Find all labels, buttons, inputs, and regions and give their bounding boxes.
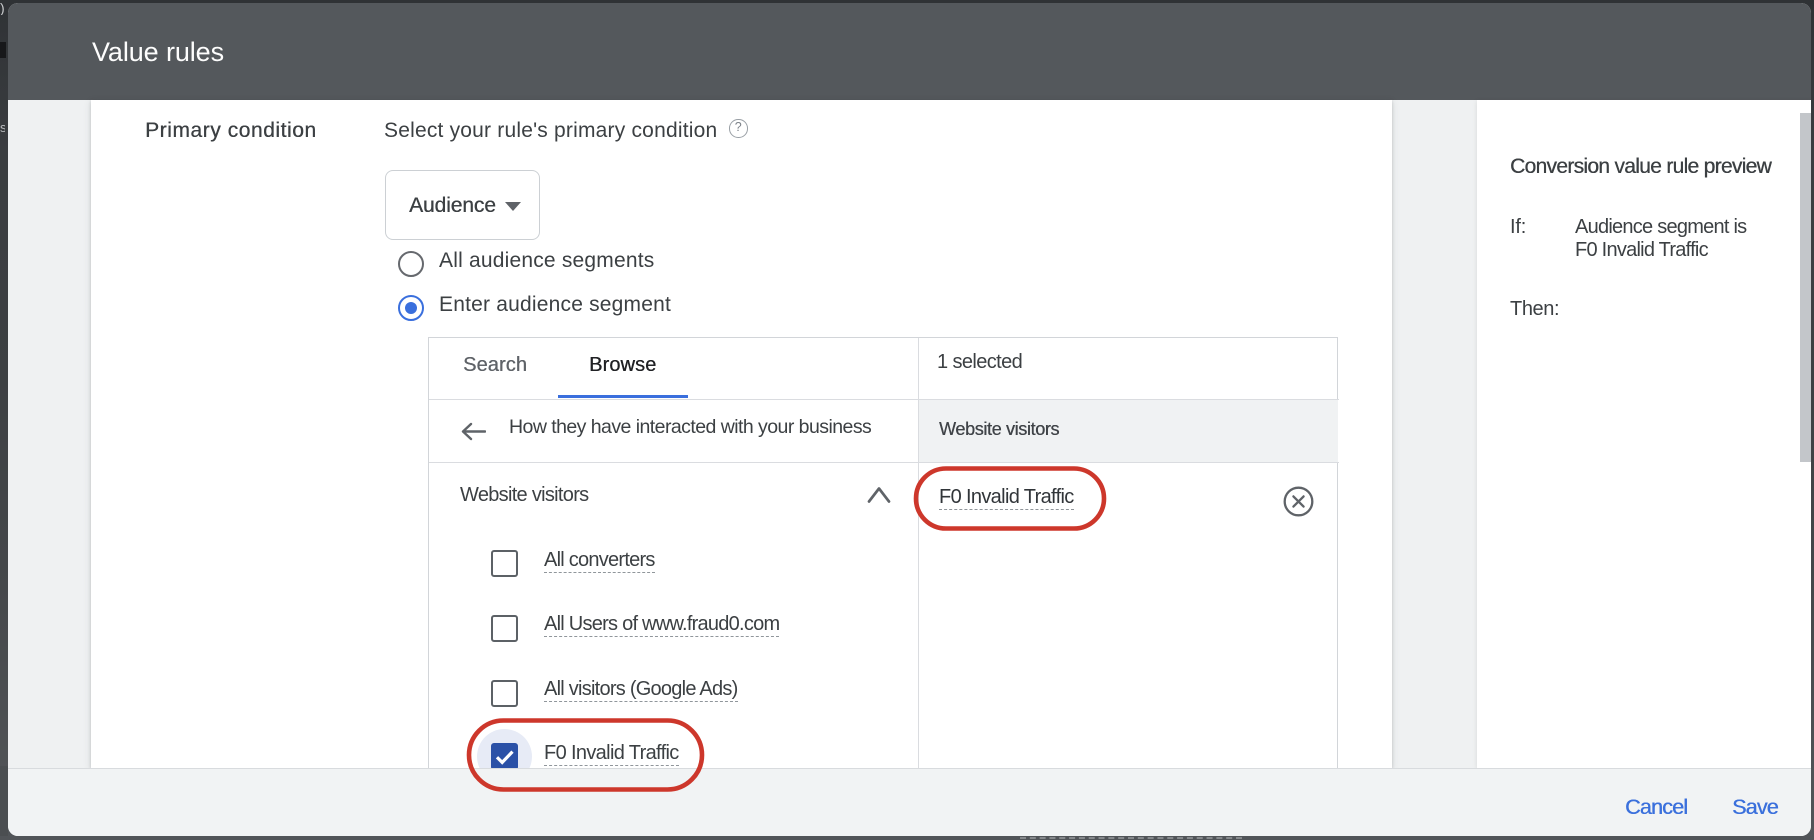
group-header-label[interactable]: Website visitors xyxy=(460,482,588,508)
preview-title: Conversion value rule preview xyxy=(1510,155,1771,179)
preview-then-label: Then: xyxy=(1510,298,1559,321)
backdrop-light-patch xyxy=(0,766,8,836)
condition-dropdown-value: Audience xyxy=(409,171,496,239)
dropdown-caret-icon xyxy=(505,202,521,211)
checkbox-unchecked-icon[interactable] xyxy=(491,615,518,642)
dialog-body: Primary condition Select your rule's pri… xyxy=(8,100,1811,768)
selection-group-band: Website visitors xyxy=(919,400,1338,463)
preview-if-label: If: xyxy=(1510,216,1526,239)
audience-option-label[interactable]: All converters xyxy=(544,547,655,573)
radio-all-audience-segments[interactable]: All audience segments xyxy=(398,251,698,277)
cancel-button[interactable]: Cancel xyxy=(1625,793,1687,821)
selected-count-label: 1 selected xyxy=(937,349,1022,375)
tab-search[interactable]: Search xyxy=(463,352,527,378)
tab-browse[interactable]: Browse xyxy=(589,352,656,378)
radio-enter-audience-segment[interactable]: Enter audience segment xyxy=(398,295,698,321)
dialog-footer: Cancel Save xyxy=(8,768,1811,836)
preview-if-value-line1: Audience segment is xyxy=(1575,216,1746,239)
breadcrumb[interactable]: How they have interacted with your busin… xyxy=(509,414,871,440)
divider-vertical xyxy=(918,338,919,769)
preview-if-value: Audience segment is F0 Invalid Traffic xyxy=(1575,216,1746,262)
audience-picker-panel: Search Browse How they have interacted w… xyxy=(428,337,1338,768)
backdrop-dashed-fragment xyxy=(1020,837,1242,839)
radio-icon[interactable] xyxy=(398,251,424,277)
help-icon[interactable]: ? xyxy=(729,119,748,138)
dialog-title: Value rules xyxy=(92,3,224,100)
audience-option-row[interactable]: All visitors (Google Ads) xyxy=(429,674,916,712)
divider xyxy=(429,462,1339,463)
audience-option-row[interactable]: All converters xyxy=(429,545,916,583)
selected-item-label[interactable]: F0 Invalid Traffic xyxy=(939,484,1074,510)
primary-condition-label: Primary condition xyxy=(145,119,317,143)
radio-label: All audience segments xyxy=(439,249,655,273)
checkbox-checked-icon[interactable] xyxy=(491,743,518,770)
audience-option-label[interactable]: All visitors (Google Ads) xyxy=(544,676,738,702)
checkbox-unchecked-icon[interactable] xyxy=(491,550,518,577)
condition-dropdown[interactable]: Audience xyxy=(385,170,540,240)
chevron-up-icon[interactable] xyxy=(867,486,891,504)
preview-if-value-line2: F0 Invalid Traffic xyxy=(1575,239,1746,262)
back-arrow-icon[interactable] xyxy=(461,422,486,441)
backdrop-text-fragment: s xyxy=(0,120,5,135)
selection-group-label: Website visitors xyxy=(939,416,1059,442)
checkbox-unchecked-icon[interactable] xyxy=(491,680,518,707)
dialog-header: Value rules xyxy=(8,3,1811,100)
scrollbar-thumb[interactable] xyxy=(1800,113,1811,462)
screenshot-root: ) s Value rules Primary condition Select… xyxy=(0,0,1814,840)
audience-option-row[interactable]: All Users of www.fraud0.com xyxy=(429,609,916,647)
select-condition-label: Select your rule's primary condition xyxy=(384,119,717,143)
save-button[interactable]: Save xyxy=(1732,793,1778,821)
audience-option-label[interactable]: F0 Invalid Traffic xyxy=(544,740,679,766)
audience-option-label[interactable]: All Users of www.fraud0.com xyxy=(544,611,779,637)
radio-label: Enter audience segment xyxy=(439,293,671,317)
preview-panel xyxy=(1477,100,1811,768)
value-rules-dialog: Value rules Primary condition Select you… xyxy=(8,3,1811,836)
backdrop-text-fragment: ) xyxy=(0,2,6,15)
backdrop-dark-patch xyxy=(0,42,6,58)
remove-selected-icon[interactable] xyxy=(1283,486,1314,517)
radio-icon-selected[interactable] xyxy=(398,295,424,321)
